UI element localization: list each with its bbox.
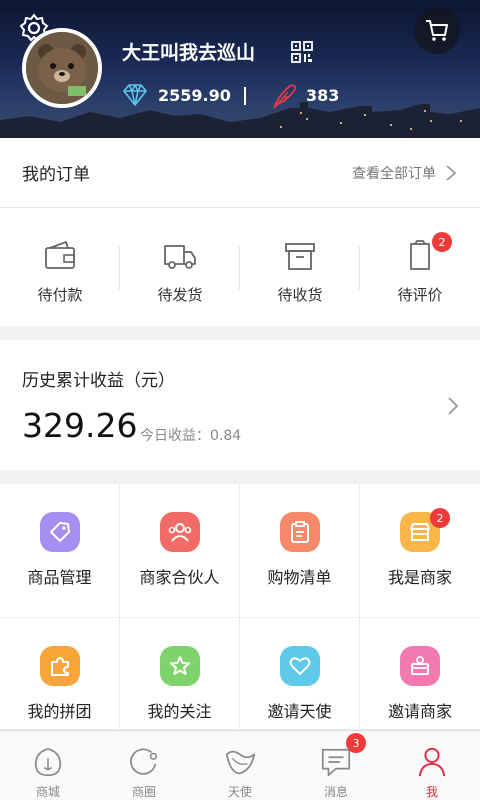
heart-icon — [289, 657, 310, 675]
feature-invite-merchant[interactable]: 邀请商家 — [360, 618, 480, 730]
tab-label: 商圈 — [131, 785, 156, 799]
earnings-section[interactable]: 历史累计收益（元） 329.26 今日收益：0.84 — [0, 340, 480, 470]
feature-label: 我的拼团 — [27, 702, 92, 721]
qr-code-icon[interactable] — [290, 40, 314, 64]
diamond-icon — [123, 84, 147, 106]
feather-balance: 383 — [306, 86, 340, 105]
order-pending-review[interactable]: 待评价 2 — [360, 208, 480, 326]
order-pending-shipment[interactable]: 待发货 — [120, 208, 240, 326]
feature-label: 我是商家 — [387, 568, 452, 587]
bear-avatar-image — [26, 32, 98, 104]
username: 大王叫我去巡山 — [122, 42, 256, 64]
earnings-today: 今日收益：0.84 — [140, 428, 242, 444]
tab-label: 我 — [425, 785, 438, 799]
feature-tile — [159, 646, 200, 686]
store-icon — [410, 523, 430, 541]
clipboard-icon — [290, 521, 309, 543]
merchant-badge: 2 — [430, 508, 450, 528]
tab-messages[interactable]: 消息 3 — [288, 731, 384, 800]
feather-icon — [273, 84, 297, 109]
orders-header[interactable]: 我的订单 查看全部订单 — [0, 138, 480, 208]
feature-my-group-buy[interactable]: 我的拼团 — [0, 618, 120, 730]
orders-section: 我的订单 查看全部订单 待付款 待发货 待收货 待评价 2 — [0, 138, 480, 326]
truck-icon — [164, 245, 196, 269]
stats-divider — [244, 87, 246, 105]
avatar[interactable] — [22, 28, 102, 108]
tab-me[interactable]: 我 — [384, 731, 480, 800]
feature-product-management[interactable]: 商品管理 — [0, 484, 120, 618]
chevron-right-icon — [448, 397, 459, 415]
box-icon — [285, 243, 315, 270]
tab-angel[interactable]: 天使 — [192, 731, 288, 800]
orders-title: 我的订单 — [22, 165, 90, 185]
profile-header: 大王叫我去巡山 2559.90 383 — [0, 0, 480, 138]
order-item-label: 待付款 — [37, 286, 83, 304]
feature-label: 购物清单 — [267, 568, 332, 587]
feature-invite-angel[interactable]: 邀请天使 — [240, 618, 360, 730]
chevron-right-icon — [446, 164, 457, 181]
shop-icon — [411, 656, 429, 675]
feature-shopping-list[interactable]: 购物清单 — [240, 484, 360, 618]
feature-tile — [400, 646, 440, 686]
feature-label: 邀请商家 — [387, 702, 452, 721]
tab-label: 商城 — [35, 785, 60, 799]
order-item-label: 待发货 — [157, 286, 203, 304]
earnings-title: 历史累计收益（元） — [22, 371, 175, 391]
bottom-tab-bar: 商城 商圈 天使 消息 3 我 — [0, 730, 480, 800]
feature-tile — [39, 512, 80, 552]
feature-merchant-partner[interactable]: 商家合伙人 — [120, 484, 240, 618]
star-icon — [169, 656, 190, 675]
feature-tile — [39, 646, 80, 686]
order-pending-payment[interactable]: 待付款 — [0, 208, 120, 326]
earnings-total: 329.26 — [22, 406, 138, 445]
review-count-badge: 2 — [432, 232, 452, 252]
mall-icon — [34, 747, 62, 777]
order-item-label: 待收货 — [277, 286, 323, 304]
diamond-balance: 2559.90 — [158, 86, 231, 105]
tag-icon — [49, 522, 70, 542]
feature-i-am-merchant[interactable]: 我是商家 2 — [360, 484, 480, 618]
feature-tile — [279, 646, 320, 686]
feature-tile — [159, 512, 200, 552]
feature-label: 邀请天使 — [267, 702, 332, 721]
tab-mall[interactable]: 商城 — [0, 731, 96, 800]
tab-business-circle[interactable]: 商圈 — [96, 731, 192, 800]
feature-label: 我的关注 — [147, 702, 212, 721]
profile-page: 大王叫我去巡山 2559.90 383 我的订单 查看全部订单 待付款 待发货 … — [0, 0, 480, 800]
wing-icon — [225, 750, 256, 775]
cart-icon — [426, 20, 448, 41]
person-icon — [418, 747, 446, 777]
wallet-icon — [45, 240, 75, 269]
people-icon — [168, 523, 191, 542]
message-badge: 3 — [346, 733, 366, 753]
order-item-label: 待评价 — [397, 286, 443, 304]
tab-label: 天使 — [227, 785, 252, 799]
feature-my-follows[interactable]: 我的关注 — [120, 618, 240, 730]
tab-label: 消息 — [323, 785, 348, 799]
feature-tile — [279, 512, 320, 552]
order-status-row: 待付款 待发货 待收货 待评价 2 — [0, 208, 480, 326]
feature-label: 商品管理 — [27, 568, 92, 587]
puzzle-icon — [50, 657, 69, 676]
feature-label: 商家合伙人 — [139, 568, 220, 587]
view-all-orders-link[interactable]: 查看全部订单 — [352, 163, 436, 183]
feature-grid: 商品管理 商家合伙人 购物清单 我是商家 2 我的拼团 我的关注 邀请天使 邀请… — [0, 484, 480, 730]
circle-icon — [130, 748, 158, 775]
cart-button[interactable] — [414, 8, 460, 54]
order-pending-receipt[interactable]: 待收货 — [240, 208, 360, 326]
